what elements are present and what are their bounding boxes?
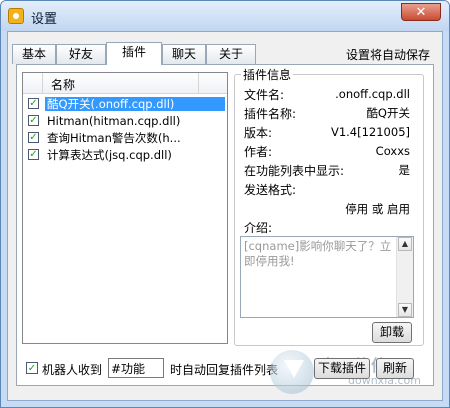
auto-reply-suffix: 时自动回复插件列表	[170, 363, 279, 377]
plugin-checkbox[interactable]: ✓	[28, 98, 39, 109]
plugin-name-value: 酷Q开关	[366, 106, 410, 120]
intro-label: 介绍:	[244, 221, 273, 235]
tab-chat[interactable]: 聊天	[162, 44, 206, 64]
show-in-list-label: 在功能列表中显示:	[244, 164, 345, 178]
plugin-info-title: 插件信息	[241, 66, 294, 83]
version-value: V1.4[121005]	[330, 125, 410, 139]
send-format-value: 停用 或 启用	[345, 202, 410, 216]
intro-scrollbar[interactable]: ▲ ▼	[396, 237, 413, 317]
intro-textbox[interactable]: [cqname]影响你聊天了？立即停用我! ▲ ▼	[240, 236, 414, 318]
plugin-name: 计算表达式(jsq.cqp.dll)	[47, 148, 172, 162]
auto-reply-checkbox[interactable]: ✓	[26, 362, 38, 374]
tab-about[interactable]: 关于	[206, 44, 256, 64]
show-in-list-value: 是	[398, 163, 411, 177]
plugin-checkbox[interactable]: ✓	[28, 115, 39, 126]
scroll-down-icon[interactable]: ▼	[398, 303, 412, 317]
tab-basic[interactable]: 基本	[12, 44, 56, 64]
app-icon	[8, 8, 24, 24]
plugin-name: Hitman(hitman.cqp.dll)	[47, 114, 181, 128]
send-format-label: 发送格式:	[244, 183, 297, 197]
intro-text: [cqname]影响你聊天了？立即停用我!	[244, 239, 392, 268]
filename-value: .onoff.cqp.dll	[335, 87, 410, 101]
plugin-checkbox[interactable]: ✓	[28, 149, 39, 160]
close-button[interactable]: ✕	[401, 3, 441, 21]
filename-label: 文件名:	[244, 88, 285, 102]
keyword-input[interactable]	[108, 358, 164, 378]
list-item[interactable]: ✓ 计算表达式(jsq.cqp.dll)	[23, 147, 227, 163]
window-title: 设置	[31, 12, 58, 27]
tab-plugins[interactable]: 插件	[106, 42, 162, 65]
column-divider	[198, 73, 199, 93]
version-label: 版本:	[244, 126, 273, 140]
plugin-list[interactable]: 名称 ✓ 酷Q开关(.onoff.cqp.dll) ✓ Hitman(hitma…	[22, 72, 228, 344]
list-item[interactable]: ✓ 酷Q开关(.onoff.cqp.dll)	[23, 96, 227, 112]
list-item[interactable]: ✓ 查询Hitman警告次数(h...	[23, 130, 227, 146]
author-value: Coxxs	[375, 144, 410, 158]
scroll-up-icon[interactable]: ▲	[398, 237, 412, 251]
plugin-checkbox[interactable]: ✓	[28, 132, 39, 143]
checkbox-column-header	[23, 73, 43, 93]
refresh-button[interactable]: 刷新	[376, 358, 414, 379]
list-column-header[interactable]: 名称	[23, 73, 227, 94]
auto-reply-label: 机器人收到	[42, 363, 103, 377]
name-column-label: 名称	[51, 78, 76, 92]
plugin-name: 酷Q开关(.onoff.cqp.dll)	[45, 97, 225, 111]
list-item[interactable]: ✓ Hitman(hitman.cqp.dll)	[23, 113, 227, 129]
uninstall-button[interactable]: 卸载	[372, 322, 412, 343]
autosave-note: 设置将自动保存	[346, 48, 431, 62]
download-logo-icon	[270, 350, 314, 394]
plugin-name: 查询Hitman警告次数(h...	[47, 131, 181, 145]
author-label: 作者:	[244, 145, 273, 159]
plugin-name-label: 插件名称:	[244, 107, 297, 121]
download-plugins-button[interactable]: 下载插件	[314, 358, 370, 379]
tab-friends[interactable]: 好友	[56, 44, 106, 64]
title-bar[interactable]: 设置 ✕	[1, 1, 449, 31]
